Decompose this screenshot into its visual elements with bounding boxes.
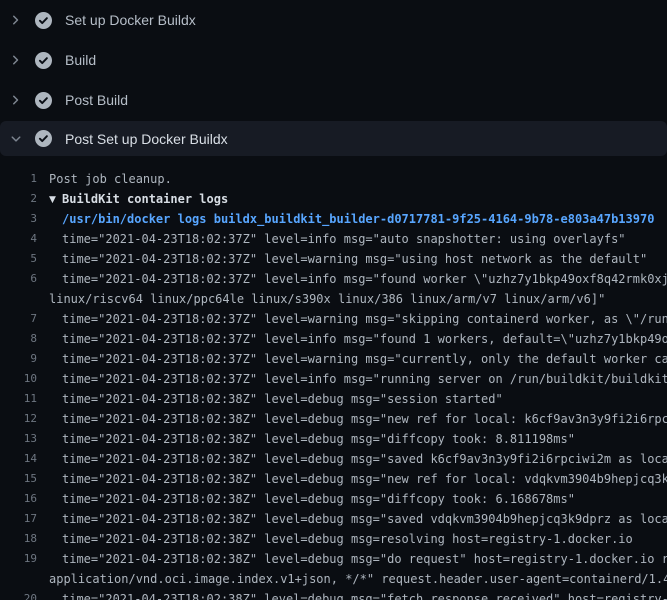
line-number[interactable]: 1: [0, 169, 37, 189]
log-text: time="2021-04-23T18:02:37Z" level=info m…: [37, 229, 626, 249]
step-title: Set up Docker Buildx: [65, 12, 196, 28]
check-circle-icon: [35, 92, 52, 109]
line-number[interactable]: 18: [0, 529, 37, 549]
log-text: time="2021-04-23T18:02:37Z" level=warnin…: [37, 249, 647, 269]
log-text: time="2021-04-23T18:02:38Z" level=debug …: [37, 429, 575, 449]
log-text[interactable]: ▼BuildKit container logs: [37, 189, 228, 209]
line-number[interactable]: 15: [0, 469, 37, 489]
log-line: 10time="2021-04-23T18:02:37Z" level=info…: [0, 369, 667, 389]
log-line: 11time="2021-04-23T18:02:38Z" level=debu…: [0, 389, 667, 409]
line-number: [0, 289, 37, 309]
log-line: 7time="2021-04-23T18:02:37Z" level=warni…: [0, 309, 667, 329]
step-row-post-set-up-docker-buildx[interactable]: Post Set up Docker Buildx: [0, 121, 667, 156]
log-line: 13time="2021-04-23T18:02:38Z" level=debu…: [0, 429, 667, 449]
log-text: time="2021-04-23T18:02:38Z" level=debug …: [37, 449, 667, 469]
line-number[interactable]: 3: [0, 209, 37, 229]
log-line-wrap: linux/riscv64 linux/ppc64le linux/s390x …: [0, 289, 667, 309]
log-line: 2▼BuildKit container logs: [0, 189, 667, 209]
line-number[interactable]: 2: [0, 189, 37, 209]
line-number[interactable]: 11: [0, 389, 37, 409]
log-text: time="2021-04-23T18:02:38Z" level=debug …: [37, 469, 667, 489]
line-number: [0, 569, 37, 589]
group-title: BuildKit container logs: [62, 192, 228, 206]
line-number[interactable]: 9: [0, 349, 37, 369]
log-text: time="2021-04-23T18:02:38Z" level=debug …: [37, 529, 633, 549]
log-line: 12time="2021-04-23T18:02:38Z" level=debu…: [0, 409, 667, 429]
line-number[interactable]: 12: [0, 409, 37, 429]
log-line-wrap: application/vnd.oci.image.index.v1+json,…: [0, 569, 667, 589]
steps-list: Set up Docker Buildx Build Post Build Post …: [0, 0, 667, 156]
line-number[interactable]: 17: [0, 509, 37, 529]
line-number[interactable]: 16: [0, 489, 37, 509]
chevron-right-icon: [10, 14, 22, 26]
check-circle-icon: [35, 130, 52, 147]
step-row-post-build[interactable]: Post Build: [0, 80, 667, 120]
log-text: time="2021-04-23T18:02:38Z" level=debug …: [37, 389, 503, 409]
line-number[interactable]: 19: [0, 549, 37, 569]
log-text: time="2021-04-23T18:02:37Z" level=info m…: [37, 369, 667, 389]
log-text: time="2021-04-23T18:02:38Z" level=debug …: [37, 549, 667, 569]
line-number[interactable]: 13: [0, 429, 37, 449]
line-number[interactable]: 7: [0, 309, 37, 329]
log-text: time="2021-04-23T18:02:38Z" level=debug …: [37, 589, 667, 600]
log-text: Post job cleanup.: [37, 169, 172, 189]
log-line: 3/usr/bin/docker logs buildx_buildkit_bu…: [0, 209, 667, 229]
line-number[interactable]: 4: [0, 229, 37, 249]
chevron-down-icon: [10, 133, 22, 145]
step-title: Post Set up Docker Buildx: [65, 131, 228, 147]
log-text: time="2021-04-23T18:02:37Z" level=warnin…: [37, 309, 667, 329]
log-line: 20time="2021-04-23T18:02:38Z" level=debu…: [0, 589, 667, 600]
log-line: 1Post job cleanup.: [0, 169, 667, 189]
log-line: 15time="2021-04-23T18:02:38Z" level=debu…: [0, 469, 667, 489]
step-title: Build: [65, 52, 96, 68]
step-title: Post Build: [65, 92, 128, 108]
group-collapse-icon[interactable]: ▼: [49, 190, 62, 209]
line-number[interactable]: 8: [0, 329, 37, 349]
log-line: 8time="2021-04-23T18:02:37Z" level=info …: [0, 329, 667, 349]
log-line: 19time="2021-04-23T18:02:38Z" level=debu…: [0, 549, 667, 569]
log-viewer: 1Post job cleanup.2▼BuildKit container l…: [0, 156, 667, 600]
line-number[interactable]: 10: [0, 369, 37, 389]
chevron-right-icon: [10, 54, 22, 66]
log-line: 17time="2021-04-23T18:02:38Z" level=debu…: [0, 509, 667, 529]
line-number[interactable]: 14: [0, 449, 37, 469]
line-number[interactable]: 6: [0, 269, 37, 289]
log-line: 4time="2021-04-23T18:02:37Z" level=info …: [0, 229, 667, 249]
check-circle-icon: [35, 12, 52, 29]
step-row-build[interactable]: Build: [0, 40, 667, 80]
log-text: time="2021-04-23T18:02:38Z" level=debug …: [37, 509, 667, 529]
log-line: 9time="2021-04-23T18:02:37Z" level=warni…: [0, 349, 667, 369]
chevron-right-icon: [10, 94, 22, 106]
log-text: application/vnd.oci.image.index.v1+json,…: [37, 569, 667, 589]
log-line: 14time="2021-04-23T18:02:38Z" level=debu…: [0, 449, 667, 469]
log-line: 18time="2021-04-23T18:02:38Z" level=debu…: [0, 529, 667, 549]
log-text: time="2021-04-23T18:02:37Z" level=info m…: [37, 329, 667, 349]
log-text: time="2021-04-23T18:02:38Z" level=debug …: [37, 489, 575, 509]
check-circle-icon: [35, 52, 52, 69]
log-text: linux/riscv64 linux/ppc64le linux/s390x …: [37, 289, 605, 309]
line-number[interactable]: 20: [0, 589, 37, 600]
step-row-set-up-docker-buildx[interactable]: Set up Docker Buildx: [0, 0, 667, 40]
log-line: 5time="2021-04-23T18:02:37Z" level=warni…: [0, 249, 667, 269]
log-text: time="2021-04-23T18:02:38Z" level=debug …: [37, 409, 667, 429]
log-text: time="2021-04-23T18:02:37Z" level=warnin…: [37, 349, 667, 369]
log-line: 16time="2021-04-23T18:02:38Z" level=debu…: [0, 489, 667, 509]
log-text: time="2021-04-23T18:02:37Z" level=info m…: [37, 269, 667, 289]
log-command-text: /usr/bin/docker logs buildx_buildkit_bui…: [37, 209, 654, 229]
line-number[interactable]: 5: [0, 249, 37, 269]
log-line: 6time="2021-04-23T18:02:37Z" level=info …: [0, 269, 667, 289]
